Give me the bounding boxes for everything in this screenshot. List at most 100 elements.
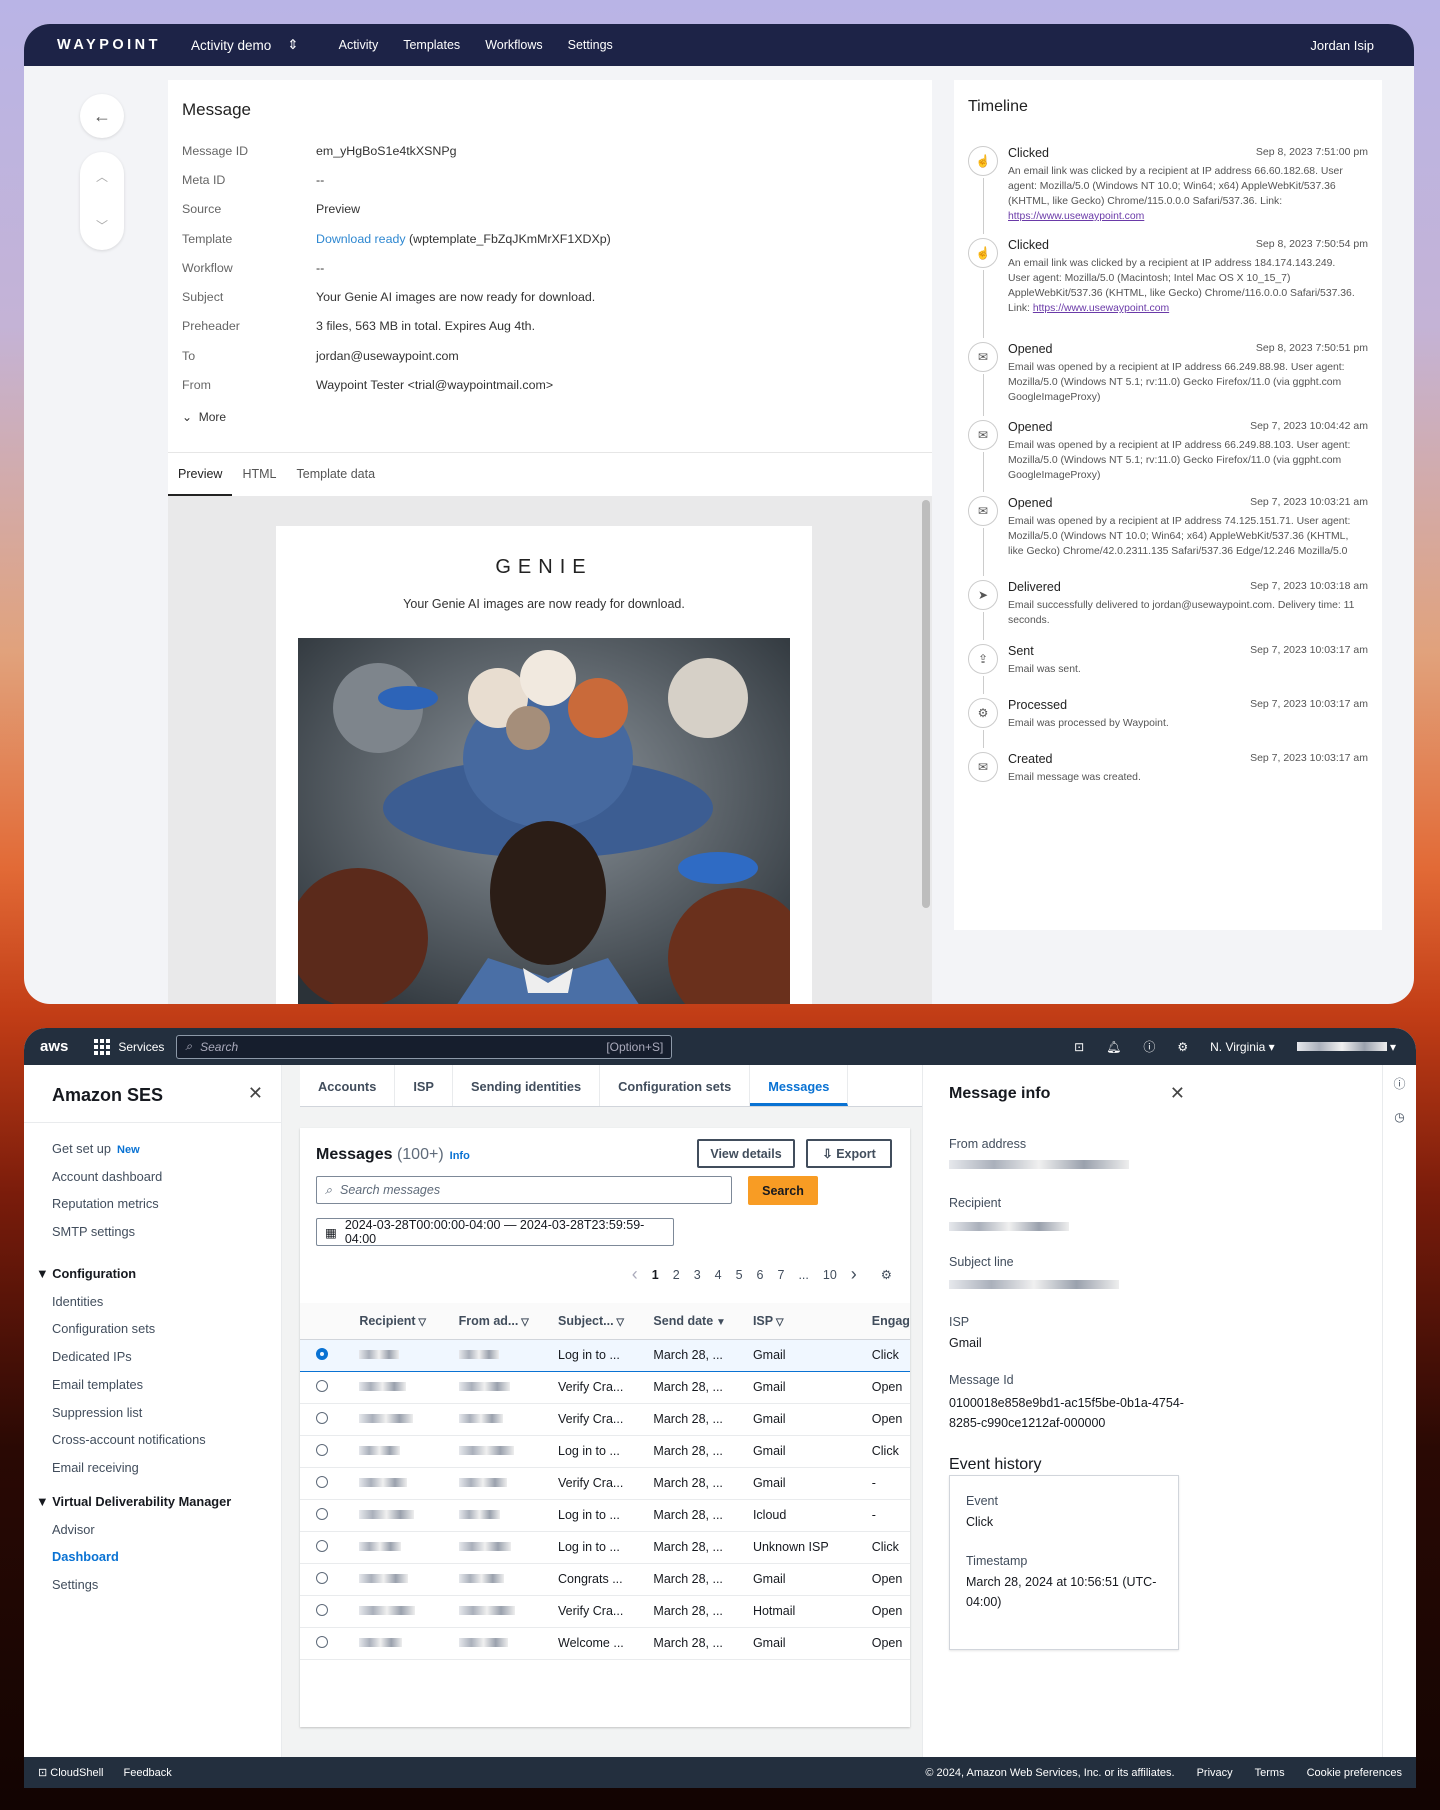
event-link[interactable]: https://www.usewaypoint.com <box>1033 303 1169 314</box>
table-row[interactable]: Log in to ... March 28, ... Icloud - <box>300 1499 910 1532</box>
row-select[interactable] <box>300 1595 344 1628</box>
cookie-preferences-link[interactable]: Cookie preferences <box>1307 1767 1402 1779</box>
chevron-up-icon[interactable]: ︿ <box>96 168 108 185</box>
cloudshell-icon[interactable]: ⊡ <box>1074 1040 1084 1054</box>
table-row[interactable]: Verify Cra... March 28, ... Gmail Open <box>300 1403 910 1436</box>
nav-link-settings[interactable]: Settings <box>568 38 613 52</box>
account-menu[interactable]: ▾ <box>1296 1040 1396 1054</box>
table-row[interactable]: Congrats ... March 28, ... Gmail Open <box>300 1563 910 1596</box>
page-3[interactable]: 3 <box>694 1268 701 1282</box>
sidebar-item-dedicated-ips[interactable]: Dedicated IPs <box>24 1343 281 1371</box>
history-icon[interactable]: ◷ <box>1394 1110 1404 1124</box>
bell-icon[interactable]: 🔔︎ <box>1106 1040 1121 1054</box>
page-7[interactable]: 7 <box>778 1268 785 1282</box>
scrollbar[interactable] <box>922 500 930 908</box>
workspace-switcher[interactable]: Activity demo ⇕ <box>191 37 299 53</box>
tab-preview[interactable]: Preview <box>168 453 233 496</box>
sidebar-item-email-templates[interactable]: Email templates <box>24 1371 281 1399</box>
tab-template-data[interactable]: Template data <box>287 453 386 496</box>
page-4[interactable]: 4 <box>715 1268 722 1282</box>
row-select[interactable] <box>300 1499 344 1532</box>
radio-button[interactable] <box>316 1539 328 1552</box>
sidebar-item-identities[interactable]: Identities <box>24 1288 281 1316</box>
privacy-link[interactable]: Privacy <box>1197 1767 1233 1779</box>
table-row[interactable]: Verify Cra... March 28, ... Gmail - <box>300 1467 910 1500</box>
aws-logo[interactable]: aws <box>40 1038 68 1055</box>
search-button[interactable]: Search <box>748 1176 818 1205</box>
sidebar-item-smtp-settings[interactable]: SMTP settings <box>24 1218 281 1246</box>
row-select[interactable] <box>300 1371 344 1404</box>
column-1[interactable]: From ad... ▽ <box>442 1303 543 1340</box>
row-select[interactable] <box>300 1531 344 1564</box>
settings-icon[interactable]: ⚙ <box>881 1267 892 1282</box>
tab-messages[interactable]: Messages <box>750 1065 849 1106</box>
tab-html[interactable]: HTML <box>232 453 286 496</box>
row-select[interactable] <box>300 1467 344 1500</box>
sidebar-item-settings[interactable]: Settings <box>24 1571 281 1599</box>
row-select[interactable] <box>300 1627 344 1660</box>
sort-desc-icon[interactable]: ▼ <box>713 1317 726 1328</box>
sort-icon[interactable]: ▽ <box>518 1317 529 1328</box>
column-3[interactable]: Send date ▼ <box>637 1303 737 1340</box>
nav-link-workflows[interactable]: Workflows <box>485 38 542 52</box>
sidebar-item-account-dashboard[interactable]: Account dashboard <box>24 1163 281 1191</box>
column-0[interactable]: Recipient ▽ <box>343 1303 443 1340</box>
sidebar-item-reputation-metrics[interactable]: Reputation metrics <box>24 1190 281 1218</box>
table-row[interactable]: Log in to ... March 28, ... Gmail Click <box>300 1338 910 1372</box>
row-select[interactable] <box>300 1338 344 1372</box>
table-row[interactable]: Verify Cra... March 28, ... Hotmail Open <box>300 1595 910 1628</box>
sidebar-item-get-set-up[interactable]: Get set up New <box>24 1135 281 1163</box>
close-icon[interactable]: ✕ <box>1170 1083 1185 1104</box>
row-select[interactable] <box>300 1563 344 1596</box>
page-10[interactable]: 10 <box>823 1268 837 1282</box>
tab-sending-identities[interactable]: Sending identities <box>453 1065 601 1106</box>
radio-button[interactable] <box>316 1443 328 1456</box>
column-2[interactable]: Subject... ▽ <box>542 1303 638 1340</box>
close-icon[interactable]: ✕ <box>248 1083 263 1104</box>
radio-button[interactable] <box>316 1379 328 1392</box>
info-icon[interactable]: ⓘ <box>1393 1075 1405 1092</box>
sort-icon[interactable]: ▽ <box>614 1317 624 1328</box>
radio-button[interactable] <box>316 1635 328 1648</box>
table-row[interactable]: Welcome ... March 28, ... Gmail Open <box>300 1627 910 1660</box>
sidebar-item-advisor[interactable]: Advisor <box>24 1516 281 1544</box>
template-link[interactable]: Download ready <box>316 232 406 246</box>
tab-configuration-sets[interactable]: Configuration sets <box>600 1065 751 1106</box>
nav-link-templates[interactable]: Templates <box>403 38 460 52</box>
chevron-down-icon[interactable]: ﹀ <box>96 217 108 234</box>
sidebar-item-dashboard[interactable]: Dashboard <box>24 1543 281 1571</box>
radio-button[interactable] <box>316 1411 328 1424</box>
sidebar-group-vdm[interactable]: ▼ Virtual Deliverability Manager <box>24 1488 281 1516</box>
terms-link[interactable]: Terms <box>1255 1767 1285 1779</box>
sidebar-item-configuration-sets[interactable]: Configuration sets <box>24 1315 281 1343</box>
page-6[interactable]: 6 <box>757 1268 764 1282</box>
radio-button[interactable] <box>316 1571 328 1584</box>
tab-accounts[interactable]: Accounts <box>300 1065 396 1106</box>
radio-button[interactable] <box>316 1347 328 1360</box>
chevron-left-icon[interactable]: ‹ <box>632 1264 638 1285</box>
tab-isp[interactable]: ISP <box>395 1065 453 1106</box>
help-icon[interactable]: ⓘ <box>1143 1038 1155 1055</box>
column-4[interactable]: ISP ▽ <box>736 1303 856 1340</box>
sidebar-group-configuration[interactable]: ▼ Configuration <box>24 1260 281 1288</box>
sidebar-item-cross-account-notifications[interactable]: Cross-account notifications <box>24 1426 281 1454</box>
column-5[interactable]: Engag <box>855 1303 910 1340</box>
page-1[interactable]: 1 <box>652 1268 659 1282</box>
search-messages-input[interactable]: ⌕ Search messages <box>316 1176 732 1204</box>
radio-button[interactable] <box>316 1507 328 1520</box>
region-selector[interactable]: N. Virginia ▾ <box>1210 1040 1275 1054</box>
event-link[interactable]: https://www.usewaypoint.com <box>1008 211 1144 222</box>
radio-button[interactable] <box>316 1475 328 1488</box>
view-details-button[interactable]: View details <box>697 1139 795 1168</box>
gear-icon[interactable]: ⚙ <box>1177 1040 1188 1054</box>
back-button[interactable]: ← <box>80 94 124 138</box>
sort-icon[interactable]: ▽ <box>416 1317 426 1328</box>
console-search[interactable]: ⌕ Search [Option+S] <box>176 1034 673 1059</box>
nav-link-activity[interactable]: Activity <box>339 38 379 52</box>
cloudshell-link[interactable]: ⊡ CloudShell <box>38 1766 103 1779</box>
sort-icon[interactable]: ▽ <box>773 1317 784 1328</box>
sidebar-item-suppression-list[interactable]: Suppression list <box>24 1399 281 1427</box>
table-row[interactable]: Log in to ... March 28, ... Gmail Click <box>300 1435 910 1468</box>
page-5[interactable]: 5 <box>736 1268 743 1282</box>
logo[interactable]: WAYPOINT <box>57 37 161 53</box>
